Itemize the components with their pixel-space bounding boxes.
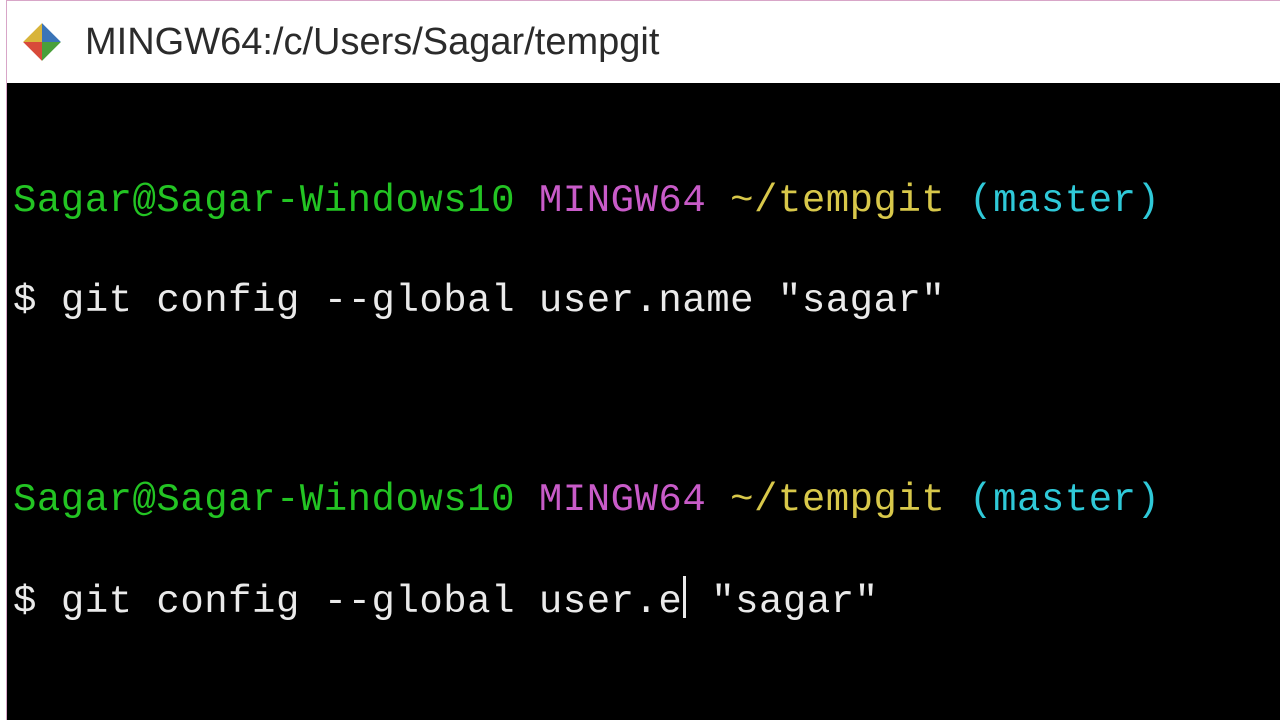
prompt-user: Sagar@Sagar-Windows10 <box>13 478 515 522</box>
titlebar[interactable]: MINGW64:/c/Users/Sagar/tempgit <box>7 1 1280 83</box>
prompt-env: MINGW64 <box>539 179 706 223</box>
prompt-path: ~/tempgit <box>730 478 945 522</box>
command-text-2-before: git config --global user.e <box>61 580 683 624</box>
window-title: MINGW64:/c/Users/Sagar/tempgit <box>85 21 659 64</box>
command-text-1: git config --global user.name "sagar" <box>61 279 945 323</box>
prompt-env: MINGW64 <box>539 478 706 522</box>
command-text-2-after: "sagar" <box>687 580 878 624</box>
prompt-branch: (master) <box>969 478 1160 522</box>
prompt-branch: (master) <box>969 179 1160 223</box>
prompt-symbol: $ <box>13 279 37 323</box>
command-line-1: $ git config --global user.name "sagar" <box>13 277 1274 327</box>
prompt-line: Sagar@Sagar-Windows10 MINGW64 ~/tempgit … <box>13 177 1274 227</box>
blank-line <box>13 377 1274 427</box>
git-bash-icon <box>21 21 63 63</box>
terminal-window: MINGW64:/c/Users/Sagar/tempgit Sagar@Sag… <box>6 0 1280 720</box>
prompt-path: ~/tempgit <box>730 179 945 223</box>
command-line-2[interactable]: $ git config --global user.e "sagar" <box>13 576 1274 628</box>
prompt-line: Sagar@Sagar-Windows10 MINGW64 ~/tempgit … <box>13 476 1274 526</box>
terminal-screen[interactable]: Sagar@Sagar-Windows10 MINGW64 ~/tempgit … <box>7 83 1280 720</box>
prompt-user: Sagar@Sagar-Windows10 <box>13 179 515 223</box>
prompt-symbol: $ <box>13 580 37 624</box>
text-cursor <box>683 576 686 618</box>
